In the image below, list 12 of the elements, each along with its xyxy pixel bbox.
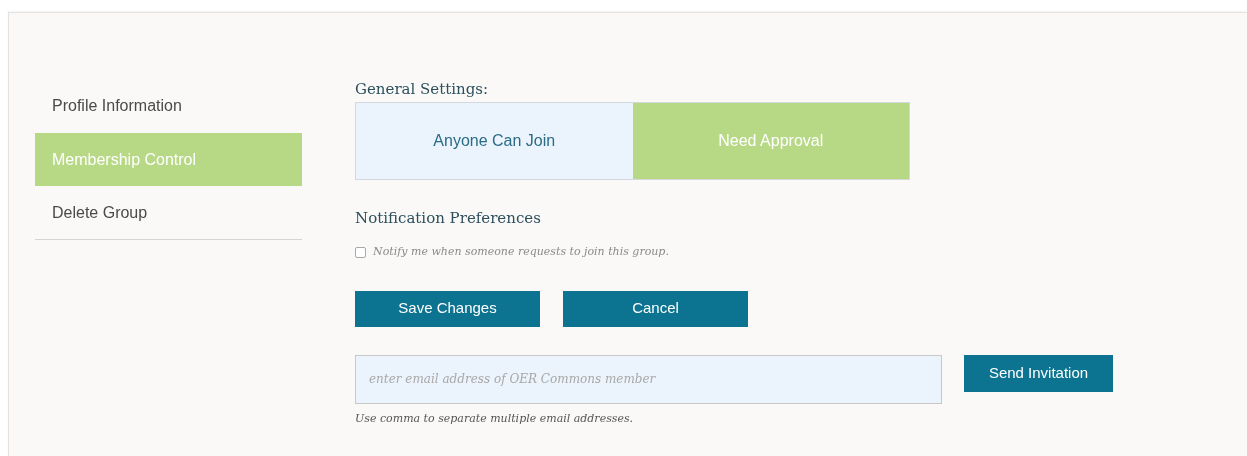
option-tab[interactable]: Anyone Can Join xyxy=(356,103,633,179)
sidebar-item[interactable]: Profile Information xyxy=(35,79,302,133)
sidebar-item[interactable]: Delete Group xyxy=(35,186,302,240)
hint-text: Use comma to separate multiple email addresses. xyxy=(355,410,635,427)
section-heading: General Settings: xyxy=(355,79,490,99)
checkbox-label: Notify me when someone requests to join this group. xyxy=(373,244,669,260)
action-button[interactable]: Save Changes xyxy=(355,290,540,327)
action-button[interactable]: Cancel xyxy=(563,290,748,327)
send-invitation-button[interactable]: Send Invitation xyxy=(964,354,1113,392)
email-field[interactable]: enter email address of OER Commons member xyxy=(355,354,942,404)
section-heading: Notification Preferences xyxy=(355,208,542,228)
checkbox[interactable] xyxy=(355,246,366,258)
